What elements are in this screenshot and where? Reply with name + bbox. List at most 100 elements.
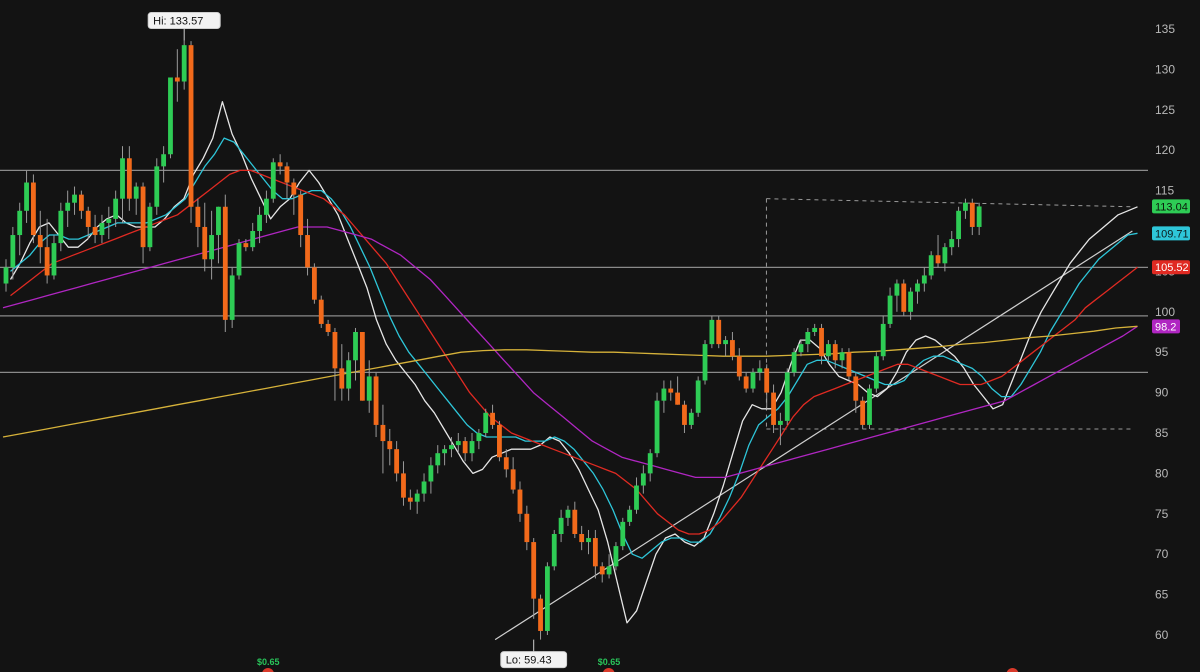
candle-body-down <box>592 538 598 567</box>
candle-body-down <box>126 158 132 199</box>
stock-chart[interactable]: 6065707580859095100105110115120125130135… <box>0 0 1200 672</box>
candlestick <box>709 315 715 349</box>
candle-body-down <box>92 226 98 236</box>
candle-body-down <box>853 376 859 401</box>
candle-body-up <box>921 275 927 284</box>
candle-body-down <box>305 235 310 268</box>
y-tick-label: 75 <box>1155 507 1169 521</box>
candle-body-down <box>195 206 201 227</box>
candle-body-up <box>72 194 77 203</box>
candlestick <box>222 194 228 332</box>
y-tick-label: 90 <box>1155 386 1169 400</box>
candle-body-up <box>894 283 900 296</box>
y-tick-label: 100 <box>1155 305 1175 319</box>
y-tick-label: 130 <box>1155 62 1175 76</box>
candle-body-down <box>85 210 91 227</box>
candlestick <box>551 529 557 571</box>
candlestick <box>154 158 160 215</box>
candle-body-up <box>661 388 667 401</box>
candle-body-up <box>627 509 633 522</box>
price-badge: 98.2 <box>1152 319 1180 334</box>
candle-body-down <box>510 469 516 490</box>
candlestick <box>613 542 619 571</box>
candlestick <box>860 396 866 429</box>
candle-body-up <box>613 546 619 567</box>
candle-body-up <box>250 231 256 248</box>
candlestick <box>716 315 722 349</box>
price-badge-label: 98.2 <box>1155 321 1176 333</box>
candle-body-up <box>928 255 934 276</box>
y-tick-label: 65 <box>1155 588 1169 602</box>
candle-body-down <box>503 457 509 470</box>
candle-body-up <box>880 323 886 357</box>
high-callout-text: Hi: 133.57 <box>153 16 203 28</box>
candle-body-down <box>188 45 194 207</box>
price-badge: 105.52 <box>1152 260 1190 275</box>
candle-body-up <box>428 465 434 482</box>
candle-body-down <box>716 319 722 345</box>
candle-body-up <box>147 206 153 248</box>
candle-body-up <box>963 202 968 211</box>
candle-body-up <box>544 566 550 631</box>
candle-body-up <box>606 566 612 575</box>
candle-body-up <box>161 154 167 167</box>
price-badge: 113.04 <box>1152 199 1190 214</box>
candle-body-up <box>688 412 694 425</box>
y-tick-label: 60 <box>1155 628 1169 642</box>
candle-body-up <box>483 412 489 433</box>
candle-body-up <box>414 493 420 502</box>
candle-body-up <box>798 344 804 353</box>
candle-body-down <box>860 400 866 425</box>
candle-body-down <box>332 332 338 369</box>
candle-body-up <box>873 356 879 389</box>
candlestick <box>147 202 153 252</box>
y-tick-label: 85 <box>1155 426 1169 440</box>
candle-body-down <box>832 344 838 361</box>
price-badge-label: 105.52 <box>1155 262 1189 274</box>
candle-body-down <box>935 255 941 264</box>
dividend-label: $0.65 <box>257 657 280 667</box>
candle-body-down <box>373 376 379 425</box>
candle-body-down <box>387 441 393 450</box>
candle-body-up <box>634 485 639 510</box>
y-tick-label: 120 <box>1155 143 1175 157</box>
candle-body-down <box>675 392 681 405</box>
price-badge-label: 109.71 <box>1155 228 1189 240</box>
candle-body-down <box>462 441 468 454</box>
candle-body-up <box>65 202 71 211</box>
candle-body-up <box>702 344 708 381</box>
candle-body-down <box>743 376 749 389</box>
candle-body-down <box>339 368 345 389</box>
candle-body-down <box>572 509 578 534</box>
candle-body-up <box>915 283 920 292</box>
candle-body-down <box>497 424 502 458</box>
candlestick <box>695 376 701 417</box>
candle-body-up <box>976 206 982 227</box>
candlestick <box>702 340 708 385</box>
candle-body-down <box>380 424 386 442</box>
candlestick <box>229 267 235 328</box>
candle-body-up <box>435 453 441 466</box>
candle-body-down <box>174 77 180 82</box>
candle-body-down <box>325 323 331 332</box>
candle-body-down <box>78 194 84 211</box>
candle-body-up <box>791 352 797 373</box>
price-badge: 109.71 <box>1152 226 1190 241</box>
candle-body-down <box>298 194 304 236</box>
candle-body-down <box>222 206 228 320</box>
candle-body-up <box>133 186 139 199</box>
candle-body-down <box>140 186 146 248</box>
candle-body-up <box>565 509 571 518</box>
y-tick-label: 115 <box>1155 184 1174 198</box>
candle-body-up <box>17 210 23 236</box>
candle-body-up <box>586 538 591 543</box>
candle-body-up <box>476 433 482 442</box>
candle-body-down <box>243 243 249 248</box>
price-badge-label: 113.04 <box>1155 201 1188 213</box>
candle-body-down <box>538 598 543 631</box>
candle-body-down <box>599 566 605 575</box>
candle-body-up <box>750 372 756 389</box>
candlestick <box>901 279 907 316</box>
candlestick <box>846 348 852 381</box>
candle-body-up <box>620 521 626 547</box>
